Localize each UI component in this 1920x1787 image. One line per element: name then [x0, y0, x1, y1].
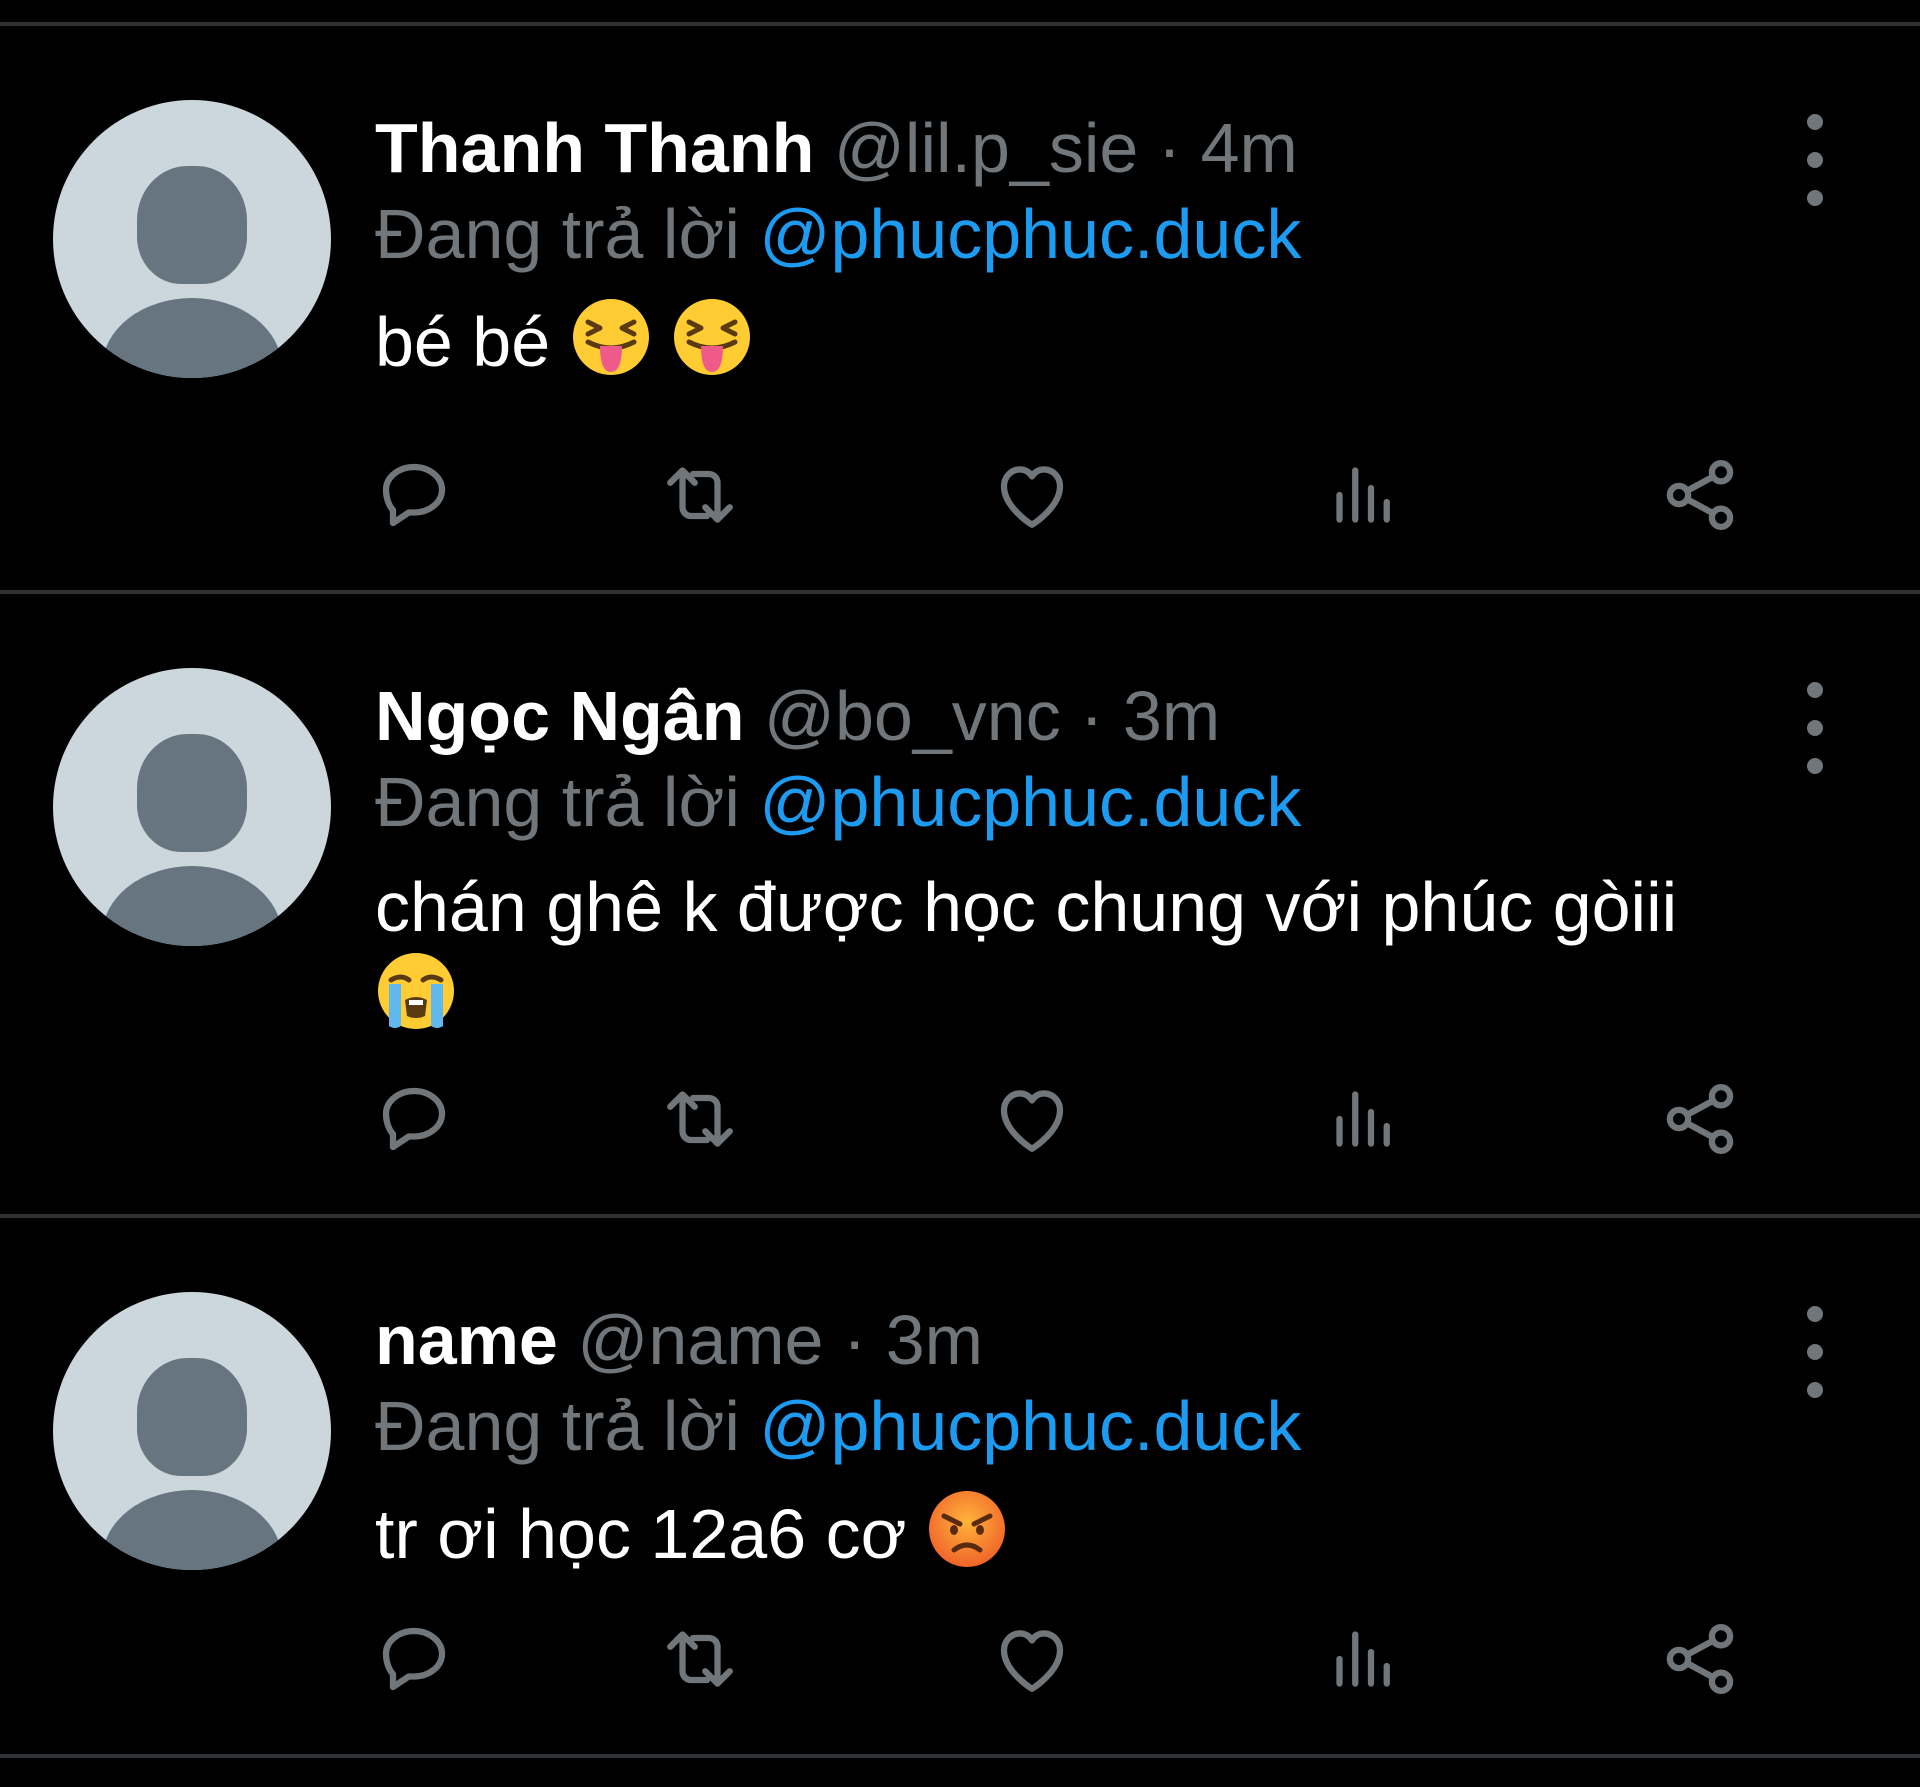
tweet-actions [375, 1074, 1795, 1164]
views-button[interactable] [1319, 1074, 1409, 1164]
squinting-face-with-tongue-emoji [570, 296, 652, 397]
display-name[interactable]: Ngọc Ngân [375, 677, 744, 755]
avatar-head-shape [137, 1358, 247, 1476]
replying-to-mention[interactable]: @phucphuc.duck [759, 763, 1301, 841]
views-button[interactable] [1319, 1614, 1409, 1704]
display-name[interactable]: name [375, 1301, 558, 1379]
like-button[interactable] [987, 1074, 1077, 1164]
avatar-body-shape [102, 1490, 282, 1570]
tweet[interactable]: Ngọc Ngân @bo_vnc · 3m Đang trả lời @phu… [0, 594, 1920, 1218]
reply-icon [382, 1627, 446, 1691]
separator-dot: · [842, 1301, 867, 1379]
user-handle[interactable]: @lil.p_sie [834, 109, 1139, 187]
share-icon [1666, 1624, 1734, 1694]
avatar[interactable] [53, 1292, 331, 1570]
like-button[interactable] [987, 1614, 1077, 1704]
avatar-head-shape [137, 734, 247, 852]
tweet-content: Ngọc Ngân @bo_vnc · 3m Đang trả lời @phu… [375, 672, 1775, 1051]
share-icon [1666, 1084, 1734, 1154]
loudly-crying-face-emoji [375, 950, 457, 1051]
replying-to-label: Đang trả lời [375, 763, 740, 841]
like-icon [1000, 1630, 1064, 1692]
timestamp[interactable]: 3m [1123, 677, 1220, 755]
tweet-content: name @name · 3m Đang trả lời @phucphuc.d… [375, 1296, 1775, 1589]
avatar[interactable] [53, 100, 331, 378]
replying-to-label: Đang trả lời [375, 1387, 740, 1465]
reply-icon [382, 463, 446, 527]
user-handle[interactable]: @bo_vnc [764, 677, 1061, 755]
like-icon [1000, 1090, 1064, 1152]
more-vertical-icon [1807, 682, 1823, 698]
tweet-text: tr ơi học 12a6 cơ [375, 1488, 1775, 1589]
views-icon [1336, 1091, 1390, 1147]
more-options-button[interactable] [1800, 1306, 1830, 1398]
squinting-face-with-tongue-emoji [671, 296, 753, 397]
reply-button[interactable] [369, 1614, 459, 1704]
like-icon [1000, 466, 1064, 528]
avatar[interactable] [53, 668, 331, 946]
replying-to-mention[interactable]: @phucphuc.duck [759, 195, 1301, 273]
retweet-icon [667, 1631, 733, 1687]
reply-button[interactable] [369, 450, 459, 540]
retweet-button[interactable] [655, 450, 745, 540]
more-options-button[interactable] [1800, 682, 1830, 774]
replying-to-label: Đang trả lời [375, 195, 740, 273]
timestamp[interactable]: 4m [1201, 109, 1298, 187]
user-handle[interactable]: @name [577, 1301, 823, 1379]
tweet-text-body: chán ghê k được học chung với phúc gòiii [375, 868, 1678, 946]
retweet-icon [667, 467, 733, 523]
reply-button[interactable] [369, 1074, 459, 1164]
avatar-body-shape [102, 298, 282, 378]
more-options-button[interactable] [1800, 114, 1830, 206]
share-button[interactable] [1655, 1614, 1745, 1704]
share-button[interactable] [1655, 450, 1745, 540]
reply-feed: Thanh Thanh @lil.p_sie · 4m Đang trả lời… [0, 26, 1920, 1758]
separator-dot: · [1080, 677, 1104, 755]
tweet-header: name @name · 3m [375, 1296, 1775, 1384]
tweet-text-body: tr ơi học 12a6 cơ [375, 1495, 907, 1573]
views-button[interactable] [1319, 450, 1409, 540]
avatar-head-shape [137, 166, 247, 284]
replying-to: Đang trả lời @phucphuc.duck [375, 188, 1775, 280]
retweet-icon [667, 1091, 733, 1147]
more-vertical-icon [1807, 1306, 1823, 1322]
separator-dot: · [1157, 109, 1182, 187]
display-name[interactable]: Thanh Thanh [375, 109, 814, 187]
tweet-actions [375, 450, 1795, 540]
pouting-face-emoji [926, 1488, 1008, 1589]
tweet-actions [375, 1614, 1795, 1704]
retweet-button[interactable] [655, 1614, 745, 1704]
tweet-header: Ngọc Ngân @bo_vnc · 3m [375, 672, 1775, 760]
tweet-text-body: bé bé [375, 303, 551, 381]
share-icon [1666, 460, 1734, 530]
replying-to: Đang trả lời @phucphuc.duck [375, 1380, 1775, 1472]
timestamp[interactable]: 3m [886, 1301, 983, 1379]
tweet-text: bé bé [375, 296, 1775, 397]
tweet[interactable]: name @name · 3m Đang trả lời @phucphuc.d… [0, 1218, 1920, 1758]
tweet-content: Thanh Thanh @lil.p_sie · 4m Đang trả lời… [375, 104, 1775, 397]
reply-icon [382, 1087, 446, 1151]
tweet-header: Thanh Thanh @lil.p_sie · 4m [375, 104, 1775, 192]
more-vertical-icon [1807, 114, 1823, 130]
views-icon [1336, 467, 1390, 523]
tweet[interactable]: Thanh Thanh @lil.p_sie · 4m Đang trả lời… [0, 26, 1920, 594]
avatar-body-shape [102, 866, 282, 946]
views-icon [1336, 1631, 1390, 1687]
replying-to: Đang trả lời @phucphuc.duck [375, 756, 1775, 848]
retweet-button[interactable] [655, 1074, 745, 1164]
replying-to-mention[interactable]: @phucphuc.duck [759, 1387, 1301, 1465]
tweet-text: chán ghê k được học chung với phúc gòiii [375, 864, 1775, 1051]
share-button[interactable] [1655, 1074, 1745, 1164]
like-button[interactable] [987, 450, 1077, 540]
